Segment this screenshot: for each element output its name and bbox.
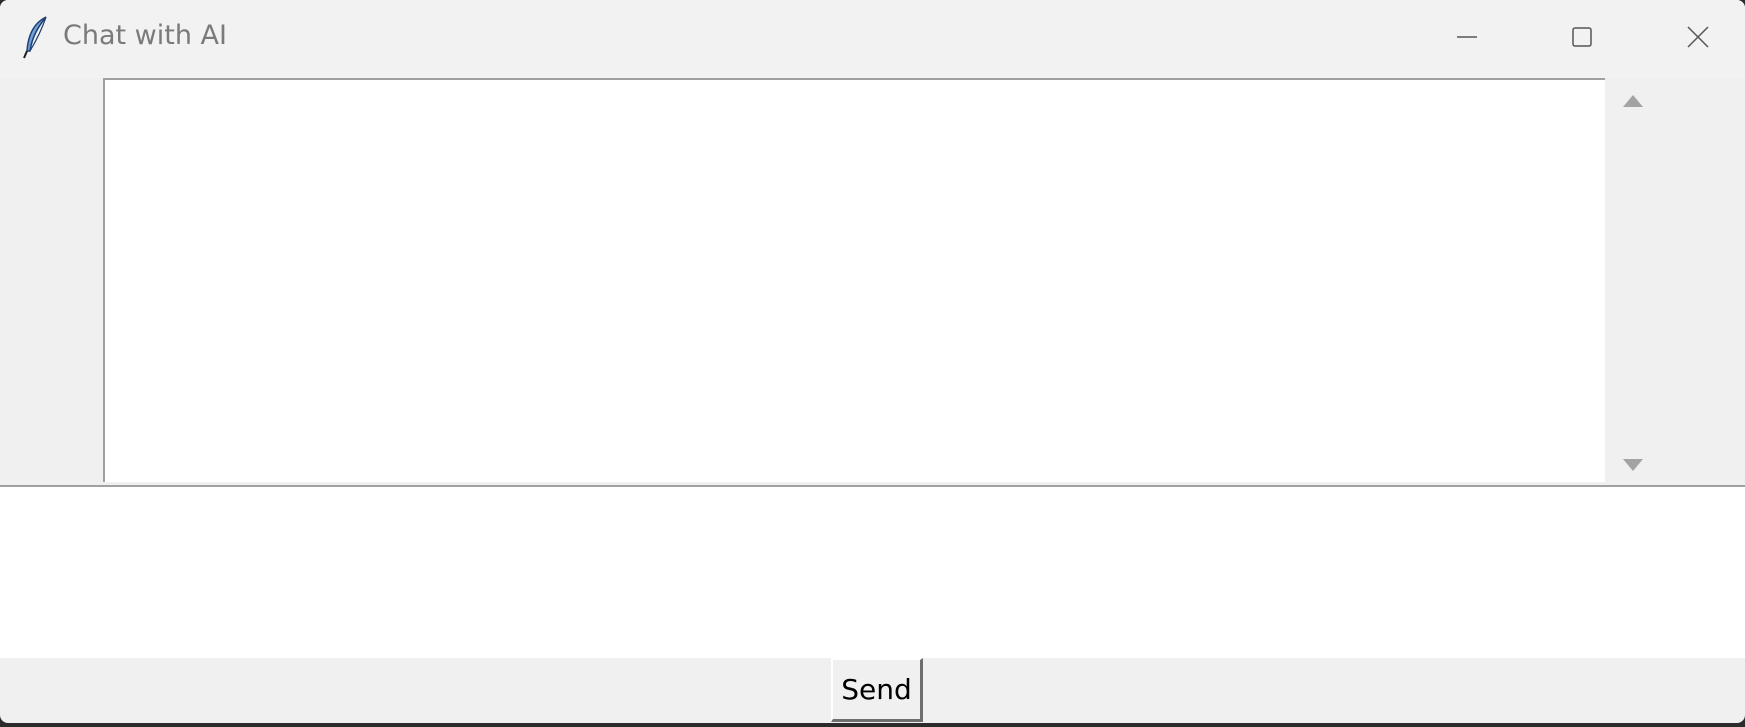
maximize-button[interactable]	[1524, 0, 1639, 78]
chat-history-scrollbar[interactable]	[1608, 78, 1658, 482]
close-button[interactable]	[1640, 0, 1745, 78]
minimize-icon	[1456, 26, 1478, 52]
chat-history-text-area[interactable]	[103, 78, 1605, 482]
message-input[interactable]	[0, 485, 1745, 658]
triangle-down-icon	[1622, 457, 1644, 476]
title-bar[interactable]: Chat with AI	[0, 0, 1745, 78]
close-icon	[1686, 25, 1710, 53]
scroll-up-button[interactable]	[1608, 90, 1658, 114]
feather-icon	[22, 15, 50, 59]
scroll-down-button[interactable]	[1608, 454, 1658, 478]
maximize-icon	[1571, 26, 1593, 52]
minimize-button[interactable]	[1409, 0, 1524, 78]
window-title: Chat with AI	[63, 20, 227, 51]
send-button[interactable]: Send	[831, 658, 923, 722]
app-window: Chat with AI Send	[0, 0, 1745, 723]
triangle-up-icon	[1622, 93, 1644, 112]
